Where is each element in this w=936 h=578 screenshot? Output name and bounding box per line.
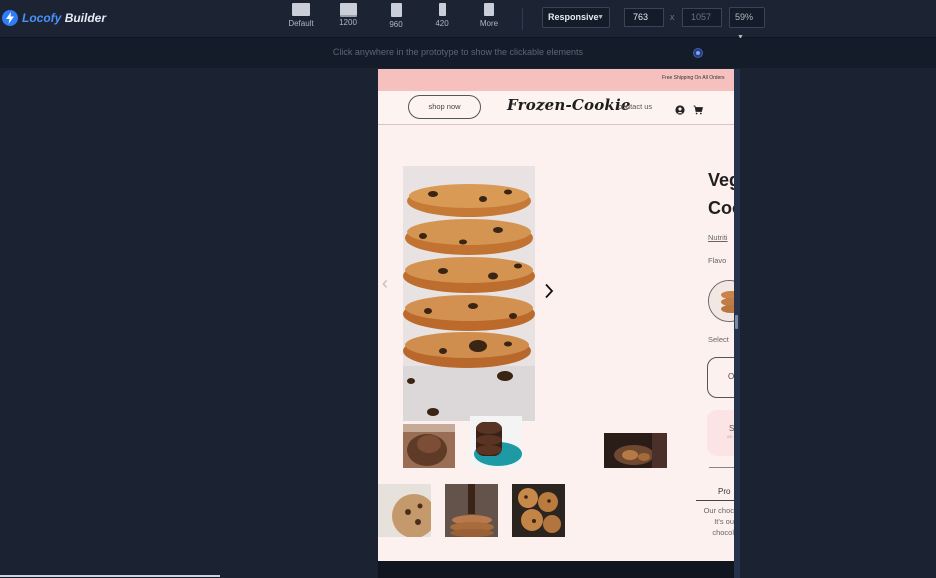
prototype-hint: Click anywhere in the prototype to show … — [332, 47, 584, 57]
app-name: Locofy Builder — [22, 11, 106, 25]
user-icon[interactable] — [675, 102, 685, 120]
subscribe-button-sub: AD — [727, 434, 733, 439]
device-label: 960 — [389, 20, 403, 29]
device-label: More — [479, 19, 499, 28]
cart-icon[interactable] — [693, 102, 704, 120]
flavor-swatch[interactable] — [708, 280, 734, 322]
frame-footer — [378, 561, 734, 578]
product-title: Veg Coo — [708, 166, 734, 222]
chevron-down-icon: ▼ — [597, 14, 604, 21]
device-default[interactable]: Default — [281, 3, 321, 28]
zoom-value: 59% — [735, 12, 754, 22]
subscribe-button[interactable]: S AD — [707, 410, 734, 456]
description-line: It's ou — [714, 517, 734, 526]
device-label: 1200 — [339, 18, 357, 27]
top-toolbar: Locofy Builder Default 1200 960 420 More… — [0, 0, 936, 41]
flavor-label: Flavo — [708, 256, 727, 265]
thumbnail-image[interactable] — [403, 424, 455, 468]
viewport-width-value: 763 — [633, 12, 649, 22]
promo-banner: Free Shipping On All Orders — [378, 69, 734, 91]
site-nav: shop now story Frozen-Cookie contact us — [378, 91, 734, 125]
select-label: Select — [708, 335, 729, 344]
brand-logo[interactable]: Frozen-Cookie — [507, 96, 631, 114]
device-label: Default — [288, 19, 314, 28]
carousel-prev-icon[interactable]: ‹ — [382, 273, 388, 294]
tab-underline — [696, 500, 734, 501]
thumbnail-image[interactable] — [378, 484, 431, 537]
monitor-icon — [292, 3, 310, 16]
product-title-line: Veg — [708, 170, 734, 190]
section-divider — [709, 467, 734, 468]
dimension-separator: x — [670, 12, 675, 22]
toolbar-divider — [522, 8, 523, 30]
device-label: 420 — [435, 19, 449, 28]
tab-product[interactable]: Pro — [718, 487, 730, 496]
viewport-mode-value: Responsive — [548, 12, 599, 22]
device-960[interactable]: 960 — [376, 3, 416, 29]
product-description: Our choc It's ou chocol — [698, 505, 734, 538]
thumbnail-image[interactable] — [445, 484, 498, 537]
viewport-width-input[interactable]: 763 — [624, 8, 664, 27]
description-line: chocol — [712, 528, 734, 537]
tablet-icon — [390, 3, 402, 17]
thumbnail-image[interactable] — [604, 433, 667, 468]
viewport-height-value: 1057 — [691, 12, 712, 22]
phone-icon — [438, 3, 446, 16]
contact-link[interactable]: contact us — [618, 102, 652, 111]
product-hero-image — [403, 166, 535, 421]
viewport-height-input[interactable]: 1057 — [682, 8, 722, 27]
device-more[interactable]: More — [469, 3, 509, 28]
bolt-icon — [2, 10, 18, 26]
device-1200[interactable]: 1200 — [328, 3, 368, 27]
zoom-select[interactable]: 59% ▼ — [729, 7, 765, 41]
laptop-icon — [339, 3, 357, 15]
description-line: Our choc — [703, 506, 734, 515]
promo-text: Free Shipping On All Orders — [662, 75, 725, 81]
thumbnail-image[interactable] — [512, 484, 565, 537]
app-name-primary: Locofy — [22, 11, 62, 25]
more-devices-icon — [484, 3, 494, 16]
bottom-edge-line — [0, 575, 220, 577]
shop-now-button[interactable]: shop now — [408, 95, 481, 119]
option-button[interactable]: O — [707, 357, 734, 398]
scrollbar-thumb[interactable] — [735, 315, 738, 329]
app-logo[interactable]: Locofy Builder — [2, 8, 106, 28]
clickable-toggle-icon[interactable] — [693, 48, 703, 58]
device-420[interactable]: 420 — [422, 3, 462, 28]
thumbnail-image[interactable] — [470, 416, 522, 468]
product-title-line: Coo — [708, 198, 734, 218]
app-name-secondary: Builder — [64, 11, 107, 25]
prototype-scrollbar[interactable] — [734, 69, 740, 578]
viewport-mode-select[interactable]: Responsive ▼ — [542, 7, 610, 28]
carousel-next-icon[interactable] — [544, 283, 554, 304]
nutrition-link[interactable]: Nutriti — [708, 233, 728, 242]
prototype-frame[interactable]: Free Shipping On All Orders shop now sto… — [378, 69, 734, 561]
